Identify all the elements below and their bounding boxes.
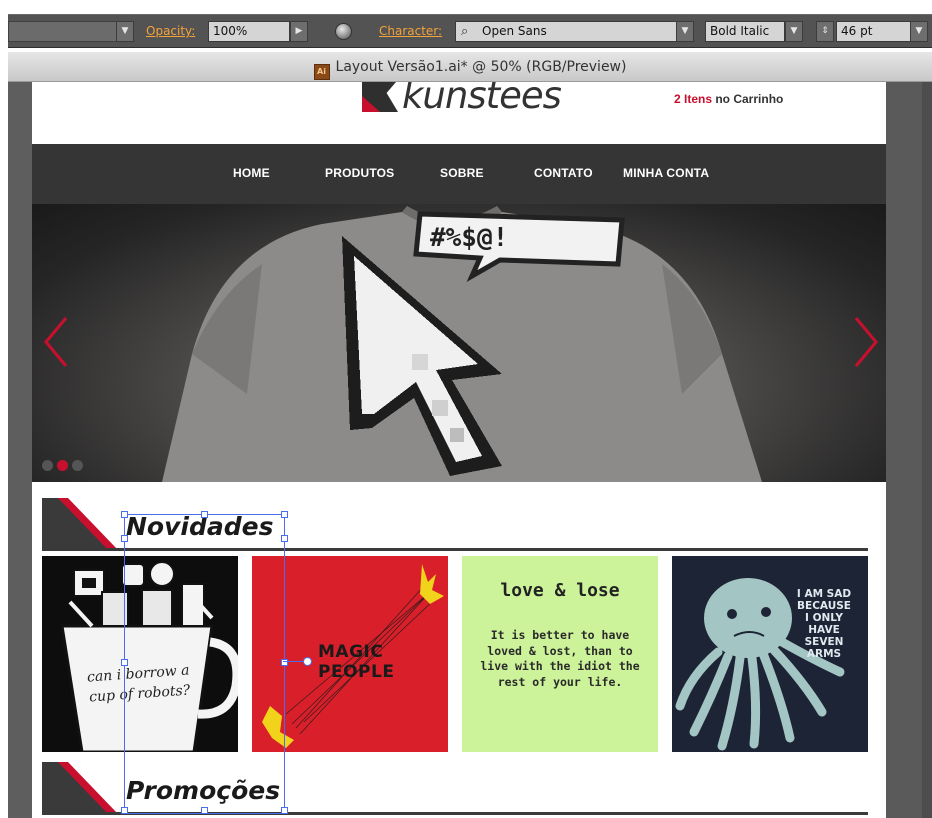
product-text: It is better to have loved & lost, than … <box>480 628 640 689</box>
opacity-arrow[interactable]: ▶ <box>290 21 308 42</box>
font-family-field[interactable]: ⌕ Open Sans <box>455 21 679 42</box>
product-text: MAGIC PEOPLE <box>318 642 394 682</box>
cart-suffix: no Carrinho <box>712 92 784 106</box>
hero-slider[interactable]: #%$@! <box>32 204 886 482</box>
recolor-globe-icon[interactable] <box>335 23 352 40</box>
section-divider <box>42 548 868 551</box>
logo-mark-icon <box>362 82 398 112</box>
product-card-love-lose[interactable]: love & lose It is better to have loved &… <box>462 556 658 752</box>
nav-item-home[interactable]: HOME <box>233 166 270 180</box>
nav-item-minha-conta[interactable]: MINHA CONTA <box>623 166 709 180</box>
font-family-value: Open Sans <box>482 24 547 38</box>
hero-dot[interactable] <box>72 460 83 471</box>
section-promocoes: Promoções <box>42 762 868 818</box>
nav-item-produtos[interactable]: PRODUTOS <box>325 166 394 180</box>
section-divider <box>42 812 868 815</box>
control-bar: ▼ Opacity: 100% ▶ Character: ⌕ Open Sans… <box>8 14 932 48</box>
document-title: Layout Versão1.ai* @ 50% (RGB/Preview) <box>335 59 627 75</box>
opacity-field[interactable]: 100% <box>208 21 290 42</box>
hero-dot-active[interactable] <box>57 460 68 471</box>
font-size-field[interactable]: 46 pt <box>836 21 912 42</box>
font-size-stepper[interactable]: ⇕ <box>816 21 834 42</box>
font-size-arrow[interactable]: ▼ <box>910 21 928 42</box>
product-card-magic-people[interactable]: MAGIC PEOPLE <box>252 556 448 752</box>
section-flag-icon <box>42 762 118 814</box>
product-text: can i borrow a cup of robots? <box>86 662 191 706</box>
font-style-arrow[interactable]: ▼ <box>785 21 803 42</box>
hero-speech-text: #%$@! <box>430 223 508 253</box>
character-label[interactable]: Character: <box>379 21 442 42</box>
vertical-scrollbar[interactable] <box>922 82 932 818</box>
artboard[interactable]: kunstees 2 Itens no Carrinho HOME PRODUT… <box>32 82 886 818</box>
product-text-line: PEOPLE <box>318 662 395 682</box>
style-dropdown-arrow[interactable]: ▼ <box>116 21 134 42</box>
hero-dot[interactable] <box>42 460 53 471</box>
cart-count: 2 Itens <box>674 92 713 106</box>
nav-item-sobre[interactable]: SOBRE <box>440 166 484 180</box>
style-dropdown[interactable] <box>8 21 126 42</box>
hero-next-arrow-icon[interactable] <box>852 316 880 368</box>
rotation-knob[interactable] <box>303 657 312 666</box>
cart-summary[interactable]: 2 Itens no Carrinho <box>674 92 783 106</box>
pasteboard-left[interactable] <box>8 82 32 818</box>
opacity-label[interactable]: Opacity: <box>146 21 195 42</box>
product-card-sad-octopus[interactable]: I AM SAD BECAUSE I ONLY HAVE SEVEN ARMS <box>672 556 868 752</box>
font-family-arrow[interactable]: ▼ <box>676 21 694 42</box>
section-flag-icon <box>42 498 118 550</box>
product-text-line: MAGIC <box>318 642 384 662</box>
product-grid: can i borrow a cup of robots? MAGIC PEOP… <box>42 556 868 752</box>
nav-item-contato[interactable]: CONTATO <box>534 166 593 180</box>
section-title[interactable]: Promoções <box>126 776 280 805</box>
hero-image: #%$@! <box>162 206 762 482</box>
section-title[interactable]: Novidades <box>126 512 273 541</box>
illustrator-file-icon: Ai <box>313 64 330 80</box>
section-novidades: Novidades <box>42 498 868 554</box>
main-nav: HOME PRODUTOS SOBRE CONTATO MINHA CONTA <box>32 144 886 204</box>
document-title-bar: Ai Layout Versão1.ai* @ 50% (RGB/Preview) <box>8 52 932 82</box>
product-card-cup-of-robots[interactable]: can i borrow a cup of robots? <box>42 556 238 752</box>
product-image <box>60 561 238 752</box>
font-style-field[interactable]: Bold Italic <box>705 21 785 42</box>
product-text: I AM SAD BECAUSE I ONLY HAVE SEVEN ARMS <box>796 588 852 660</box>
product-title: love & lose <box>500 580 620 601</box>
font-search-icon: ⌕ <box>461 24 469 39</box>
logo-text: kunstees <box>402 82 562 117</box>
hero-prev-arrow-icon[interactable] <box>42 316 70 368</box>
